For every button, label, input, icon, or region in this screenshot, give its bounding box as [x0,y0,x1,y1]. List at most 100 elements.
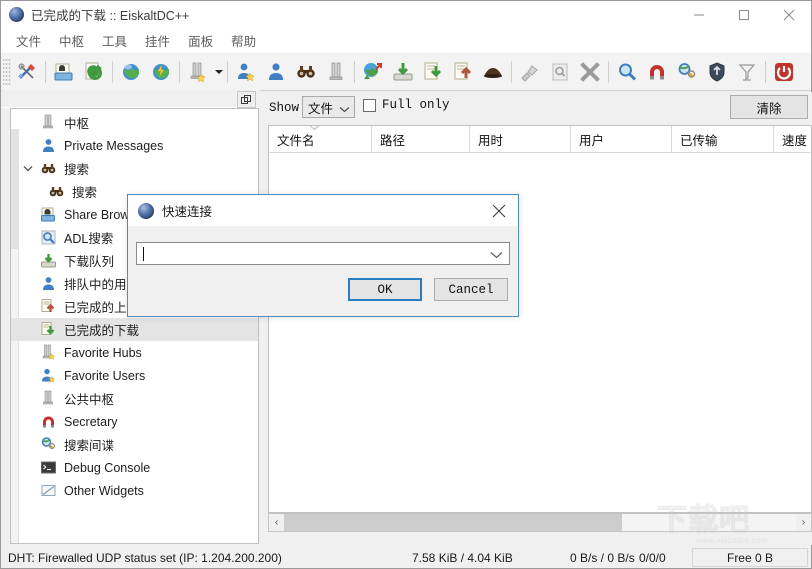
chevron-down-icon [339,102,350,116]
finished-downloads-icon[interactable] [418,57,448,87]
menu-widgets[interactable]: 挂件 [136,28,179,53]
chevron-down-icon[interactable] [19,157,37,180]
sidebar-item-search-spy[interactable]: 搜索间谍 [11,433,258,456]
clear-button[interactable]: 清除 [730,95,808,119]
sidebar-item-favorite-users[interactable]: Favorite Users [11,364,258,387]
console-icon [37,456,60,479]
sidebar-item-public-hubs[interactable]: 公共中枢 [11,387,258,410]
table-horizontal-scrollbar[interactable]: ‹ › [268,513,812,532]
sidebar-item-label: 中枢 [64,117,90,131]
finished-downloads-icon [37,318,60,341]
scroll-left-icon[interactable]: ‹ [269,514,284,531]
menu-help[interactable]: 帮助 [222,28,265,53]
spy-frame-icon[interactable] [478,57,508,87]
sidebar-tree[interactable]: 中枢 Private Messages 搜索 搜索 Share Browser … [10,108,259,544]
column-header-filename[interactable]: 文件名 [269,126,372,152]
private-message-icon[interactable] [261,57,291,87]
toolbar-separator [179,60,180,83]
cancel-button[interactable]: Cancel [434,278,508,301]
maximize-button[interactable] [721,1,766,28]
finished-uploads-icon[interactable] [448,57,478,87]
window-title: 已完成的下载 :: EiskaltDC++ [31,9,190,23]
sidebar-item-hubs[interactable]: 中枢 [11,111,258,134]
tree-expander-placeholder [19,364,37,387]
column-header-path[interactable]: 路径 [372,126,470,152]
download-queue-icon[interactable] [388,57,418,87]
adl-search-icon[interactable] [545,57,575,87]
settings-icon[interactable] [12,57,42,87]
status-dht: DHT: Firewalled UDP status set (IP: 1.20… [8,550,282,565]
toolbar-separator [354,60,355,83]
sort-indicator-icon [309,126,320,133]
scrollbar-thumb[interactable] [284,514,622,531]
menu-tools[interactable]: 工具 [93,28,136,53]
sidebar-item-label: ADL搜索 [64,232,114,246]
sidebar-item-label: 搜索间谍 [64,439,115,453]
dialog-close-button[interactable] [480,195,518,226]
column-header-elapsed[interactable]: 用时 [470,126,571,152]
tree-expander-placeholder [19,249,37,272]
sidebar-item-other-widgets[interactable]: Other Widgets [11,479,258,502]
full-only-label: Full only [382,98,450,112]
sidebar-item-search-group[interactable]: 搜索 [11,157,258,180]
search-spy-icon[interactable] [672,57,702,87]
refresh-share-icon[interactable] [515,57,545,87]
toolbar-separator [45,60,46,83]
column-header-speed[interactable]: 速度 [774,126,811,152]
favorite-users-icon[interactable] [231,57,261,87]
column-header-label: 用时 [478,133,504,148]
connect-hub-icon[interactable] [49,57,79,87]
filter-toolbar: Show 文件 Full only 清除 [263,92,812,125]
status-free-space: Free 0 B [692,548,808,567]
dropdown-arrow-icon[interactable] [213,57,224,87]
show-type-select[interactable]: 文件 [302,96,355,118]
public-hubs-icon[interactable] [116,57,146,87]
quit-power-icon[interactable] [769,57,799,87]
menu-file[interactable]: 文件 [7,28,50,53]
float-icon[interactable] [237,91,256,108]
shield-icon[interactable] [702,57,732,87]
binoculars-icon [45,180,68,203]
sidebar-item-secretary[interactable]: Secretary [11,410,258,433]
tree-expander-placeholder [19,387,37,410]
menu-hub[interactable]: 中枢 [50,28,93,53]
magnet-icon[interactable] [642,57,672,87]
dialog-title-bar: 快速连接 [128,195,518,226]
close-button[interactable] [766,1,811,28]
status-bar: DHT: Firewalled UDP status set (IP: 1.20… [2,547,811,568]
tree-expander-placeholder [19,433,37,456]
favorite-hubs-icon[interactable] [183,57,213,87]
share-browser-icon[interactable] [358,57,388,87]
quick-connect-icon[interactable] [146,57,176,87]
sidebar-item-private-messages[interactable]: Private Messages [11,134,258,157]
scroll-right-icon[interactable]: › [796,514,811,531]
full-only-checkbox-wrap[interactable]: Full only [363,98,450,112]
filter-funnel-icon[interactable] [732,57,762,87]
tree-expander-placeholder [19,295,37,318]
toolbar-separator [608,60,609,83]
full-only-checkbox[interactable] [363,98,376,112]
reconnect-icon[interactable] [79,57,109,87]
menu-panels[interactable]: 面板 [179,28,222,53]
search-magnifier-icon[interactable] [612,57,642,87]
remove-icon[interactable] [575,57,605,87]
finished-uploads-icon [37,295,60,318]
scrollbar-track[interactable] [284,514,796,531]
finished-downloads-table[interactable]: 文件名 路径 用时 用户 已传输 速度 [268,125,812,513]
hub-address-input[interactable] [136,242,510,265]
sidebar-item-favorite-hubs[interactable]: Favorite Hubs [11,341,258,364]
minimize-button[interactable] [676,1,721,28]
chevron-down-icon[interactable] [490,248,503,262]
hub-icon [37,111,60,134]
toolbar-grip[interactable] [3,58,11,85]
column-header-transferred[interactable]: 已传输 [672,126,774,152]
search-binoculars-icon[interactable] [291,57,321,87]
sidebar-item-finished-downloads[interactable]: 已完成的下载 [11,318,258,341]
favorite-hubs-icon [37,341,60,364]
sidebar-item-debug-console[interactable]: Debug Console [11,456,258,479]
column-header-user[interactable]: 用户 [571,126,672,152]
ok-button[interactable]: OK [348,278,422,301]
hub-icon[interactable] [321,57,351,87]
sidebar-item-label: Secretary [64,414,118,429]
sidebar-item-label: 搜索 [72,186,98,200]
